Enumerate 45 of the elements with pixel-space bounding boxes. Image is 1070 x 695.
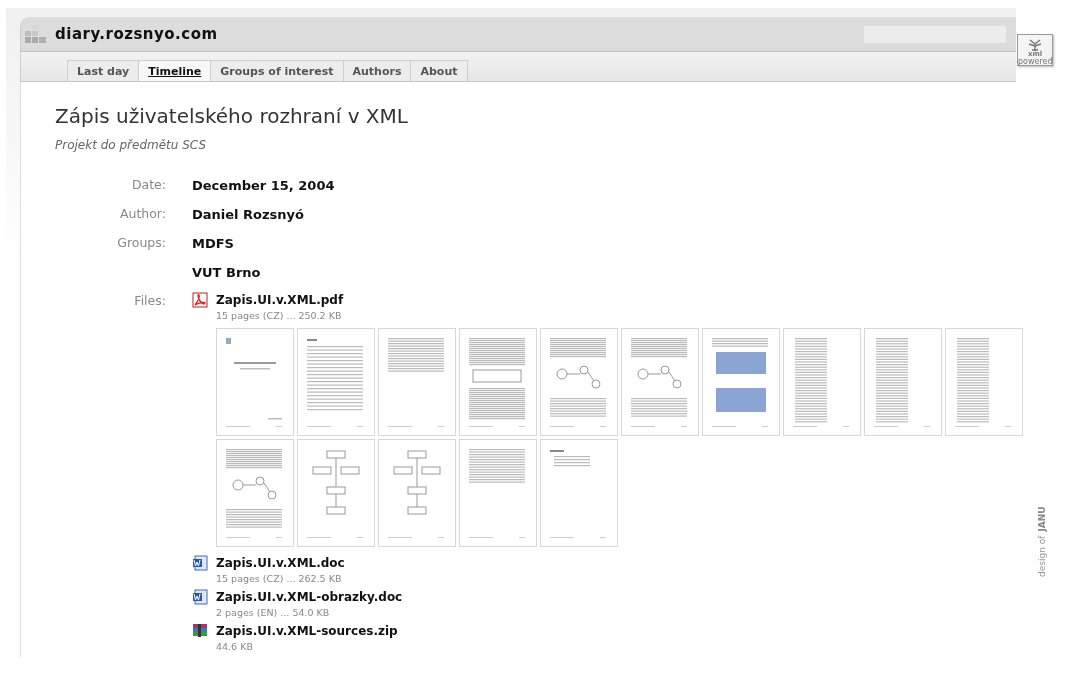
page-thumbnail[interactable] [945, 328, 1023, 436]
field-label: Date: [131, 177, 166, 192]
site-title[interactable]: diary.rozsnyo.com [55, 22, 218, 46]
document-icon [192, 555, 208, 571]
page-thumbnail[interactable] [297, 328, 375, 436]
document-icon [192, 589, 208, 605]
file-info: 15 pages (CZ) ... 262.5 KB [216, 573, 342, 584]
article-title: Zápis uživatelského rozhraní v XML [55, 104, 409, 128]
field-value: Daniel Rozsnyó [192, 207, 304, 222]
page-thumbnail[interactable] [702, 328, 780, 436]
page-thumbnail[interactable] [216, 328, 294, 436]
field-label: Files: [134, 293, 166, 308]
field-label: Author: [119, 206, 166, 221]
file-info: 2 pages (EN) ... 54.0 KB [216, 607, 330, 618]
page-thumbnail[interactable] [540, 328, 618, 436]
nav-tab[interactable]: Groups of interest [210, 60, 344, 81]
credit-author: JANU [1037, 506, 1047, 532]
file-link[interactable]: Zapis.UI.v.XML-obrazky.doc [216, 589, 403, 605]
credit-text: design of [1037, 535, 1047, 577]
field-value: MDFS [192, 236, 234, 251]
page-thumbnail[interactable] [378, 439, 456, 547]
field-label: Groups: [117, 235, 166, 250]
page-thumbnail[interactable] [540, 439, 618, 547]
page-thumbnail[interactable] [459, 439, 537, 547]
file-info: 44.6 KB [216, 641, 253, 652]
nav-tab[interactable]: Timeline [138, 60, 212, 81]
nav-tab[interactable]: Last day [67, 60, 140, 81]
article-subtitle: Projekt do předmětu SCS [55, 137, 208, 154]
page-thumbnail[interactable] [297, 439, 375, 547]
page-thumbnail[interactable] [378, 328, 456, 436]
page-thumbnail[interactable] [216, 439, 294, 547]
field-value: VUT Brno [192, 265, 261, 280]
file-info: 15 pages (CZ) ... 250.2 KB [216, 310, 342, 321]
file-link[interactable]: Zapis.UI.v.XML-sources.zip [216, 623, 398, 639]
archive-icon [192, 623, 208, 639]
field-value: December 15, 2004 [192, 178, 335, 193]
nav-tab[interactable]: About [410, 60, 468, 81]
pdf-icon [192, 292, 208, 308]
file-link[interactable]: Zapis.UI.v.XML.doc [216, 555, 345, 571]
file-link[interactable]: Zapis.UI.v.XML.pdf [216, 292, 344, 308]
page-thumbnail[interactable] [783, 328, 861, 436]
page-thumbnail[interactable] [621, 328, 699, 436]
page-thumbnail[interactable] [459, 328, 537, 436]
page-thumbnail[interactable] [864, 328, 942, 436]
nav-tab[interactable]: Authors [342, 60, 412, 81]
